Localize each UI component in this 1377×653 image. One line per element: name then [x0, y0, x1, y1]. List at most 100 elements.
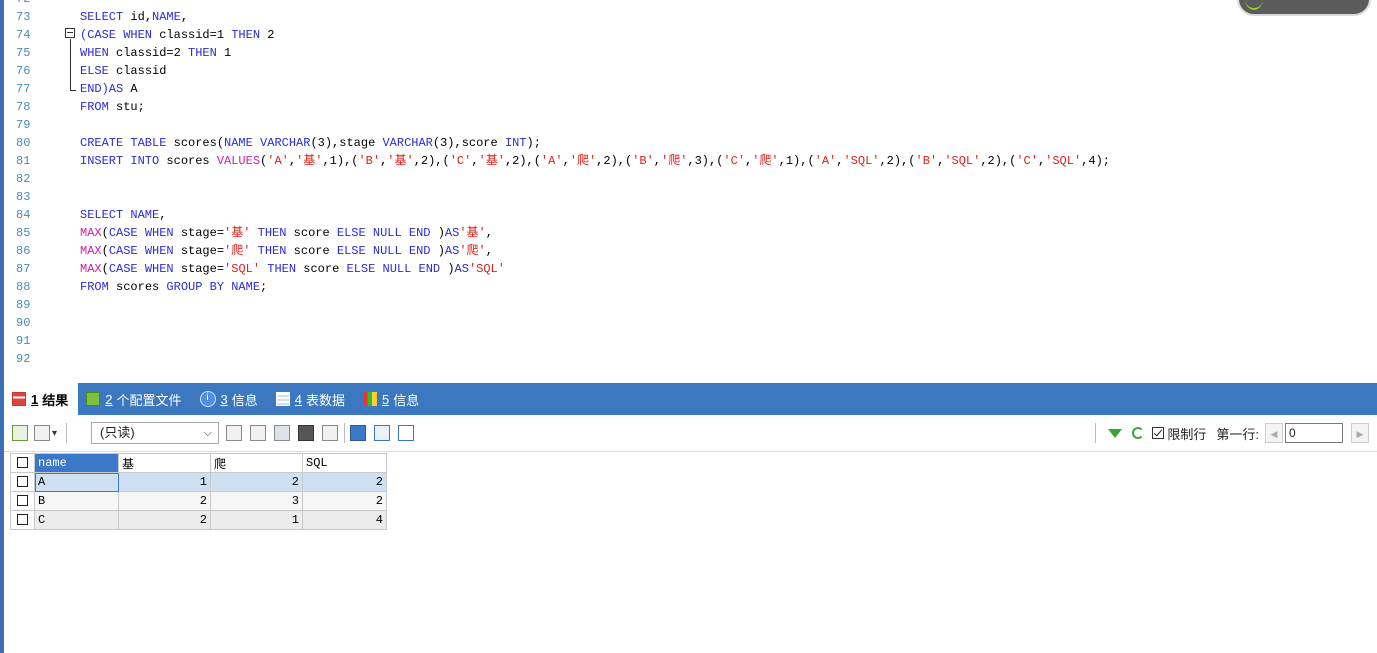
code-token: ,	[485, 244, 493, 258]
form-mode-icon[interactable]	[374, 425, 390, 441]
filter-icon[interactable]	[1108, 428, 1123, 438]
code-token: ,	[159, 208, 167, 222]
code-text: CREATE TABLE scores(NAME VARCHAR(3),stag…	[80, 134, 541, 152]
row-select-cell[interactable]	[10, 491, 35, 511]
code-token: NAME VARCHAR	[224, 136, 311, 150]
code-token: MAX	[80, 226, 102, 240]
code-token: CASE WHEN	[108, 226, 174, 240]
toolbar-separator	[66, 423, 67, 443]
code-token: ,	[471, 154, 479, 168]
grid-view-icon[interactable]	[34, 425, 50, 441]
row-checkbox[interactable]	[17, 476, 28, 488]
tab-4[interactable]: 4 表数据	[268, 383, 355, 415]
export-icon[interactable]	[12, 425, 28, 441]
code-token: ;	[260, 280, 268, 294]
code-token: )	[430, 226, 445, 240]
code-token: VALUES	[216, 154, 261, 168]
code-token: THEN	[257, 226, 287, 240]
code-token: THEN	[188, 46, 217, 60]
code-token: stage=	[173, 226, 225, 240]
refresh-data-icon[interactable]	[322, 425, 338, 441]
table-cell[interactable]: B	[34, 491, 119, 511]
line-number: 87	[16, 262, 31, 276]
result-grid: name 基爬 SQL A122B232C214	[10, 453, 387, 530]
tab-label: 信息	[393, 392, 420, 408]
result-toolbar: ▾ (只读) ⌵ 限制行 第一行: ◀ 0 ▶	[4, 415, 1377, 452]
line-number: 88	[16, 280, 31, 294]
table-cell[interactable]: A	[34, 472, 119, 492]
floating-status-widget[interactable]	[1239, 0, 1369, 14]
code-token: id,	[123, 10, 153, 24]
code-token: ,2),(	[413, 154, 450, 168]
limit-rows-label: 限制行	[1167, 426, 1207, 442]
table-cell[interactable]: 1	[118, 472, 211, 492]
code-token: CREATE TABLE	[80, 136, 167, 150]
code-token: 'C'	[1016, 154, 1038, 168]
column-header[interactable]: name	[34, 453, 119, 473]
toolbar-right-group: 限制行 第一行: ◀ 0 ▶	[1095, 422, 1369, 444]
tab-5[interactable]: 5 信息	[355, 383, 429, 415]
tab-label: 表数据	[305, 392, 345, 408]
table-row[interactable]: B232	[10, 491, 387, 511]
table-row[interactable]: C214	[10, 510, 387, 530]
chevron-down-icon[interactable]: ▾	[52, 428, 57, 439]
tab-label: 信息	[231, 392, 258, 408]
row-checkbox[interactable]	[17, 514, 28, 526]
table-cell[interactable]: 3	[210, 491, 303, 511]
code-token: stage=	[173, 262, 225, 276]
grid-mode-icon[interactable]	[350, 425, 366, 441]
fold-guide-end	[70, 90, 76, 91]
table-cell[interactable]: 2	[118, 510, 211, 530]
table-cell[interactable]: 1	[210, 510, 303, 530]
tab-number: 4	[294, 391, 302, 407]
code-token: );	[526, 136, 541, 150]
limit-rows-checkbox[interactable]	[1152, 427, 1165, 439]
code-token: 'C'	[723, 154, 746, 168]
sql-editor[interactable]: 7273SELECT id,NAME,74(CASE WHEN classid=…	[4, 0, 1377, 383]
code-token: stu;	[108, 100, 145, 114]
reset-icon[interactable]	[1132, 427, 1145, 439]
code-text: SELECT NAME,	[80, 206, 166, 224]
table-cell[interactable]: 2	[118, 491, 211, 511]
table-cell[interactable]: 2	[302, 472, 387, 492]
save-icon[interactable]	[274, 425, 290, 441]
column-header[interactable]: SQL	[302, 453, 387, 473]
row-select-cell[interactable]	[10, 510, 35, 530]
tab-3[interactable]: i 3 信息	[192, 383, 268, 415]
table-cell[interactable]: 2	[210, 472, 303, 492]
text-mode-icon[interactable]	[398, 425, 414, 441]
next-page-icon[interactable]: ▶	[1351, 423, 1369, 443]
column-header[interactable]: 爬	[210, 453, 303, 473]
code-token: '爬'	[224, 244, 251, 258]
code-text: MAX(CASE WHEN stage='基' THEN score ELSE …	[80, 224, 493, 242]
code-token: ,2),(	[596, 154, 633, 168]
readonly-select-value: (只读)	[100, 425, 135, 440]
line-number: 79	[16, 118, 31, 132]
table-cell[interactable]: C	[34, 510, 119, 530]
table-row[interactable]: A122	[10, 472, 387, 492]
code-text: (CASE WHEN classid=1 THEN 2	[80, 26, 274, 44]
code-token: )	[430, 244, 445, 258]
row-select-cell[interactable]	[10, 472, 35, 492]
code-token: 'SQL'	[224, 262, 261, 276]
tab-1[interactable]: 1 结果	[4, 383, 79, 415]
code-token: '基'	[459, 226, 486, 240]
prev-page-icon[interactable]: ◀	[1265, 423, 1283, 443]
fold-guide-line	[70, 39, 71, 90]
add-row-icon[interactable]	[226, 425, 242, 441]
select-all-checkbox-cell[interactable]	[10, 453, 35, 473]
select-all-checkbox[interactable]	[17, 457, 28, 469]
row-checkbox[interactable]	[17, 495, 28, 507]
fold-collapse-icon[interactable]	[65, 28, 75, 38]
tab-2[interactable]: 2 个配置文件	[78, 383, 191, 415]
duplicate-row-icon[interactable]	[250, 425, 266, 441]
code-token: '基'	[224, 226, 251, 240]
table-cell[interactable]: 2	[302, 491, 387, 511]
table-cell[interactable]: 4	[302, 510, 387, 530]
delete-icon[interactable]	[298, 425, 314, 441]
table-data-icon	[275, 392, 290, 406]
readonly-select[interactable]: (只读) ⌵	[91, 422, 219, 444]
column-header[interactable]: 基	[118, 453, 211, 473]
first-row-input[interactable]: 0	[1285, 423, 1343, 443]
